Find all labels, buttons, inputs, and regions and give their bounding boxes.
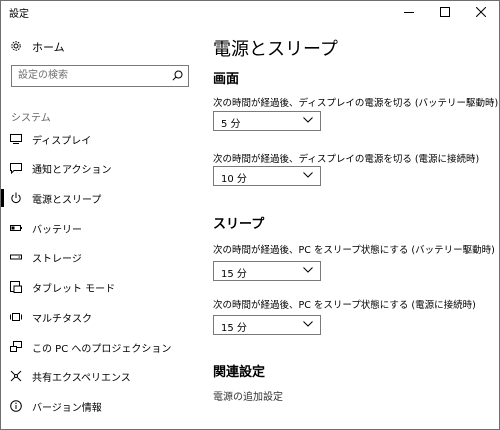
page-title: 電源とスリープ <box>213 39 338 60</box>
chevron-down-icon <box>303 172 313 178</box>
sidebar-item-display[interactable]: ディスプレイ <box>1 127 201 151</box>
close-icon <box>476 7 486 17</box>
chevron-down-icon <box>303 267 313 273</box>
additional-power-settings-link[interactable]: 電源の追加設定 <box>213 388 283 403</box>
selected-indicator <box>1 189 4 207</box>
battery-icon <box>10 222 22 234</box>
sidebar-item-battery[interactable]: バッテリー <box>1 216 201 240</box>
main-content: 電源とスリープ 画面 次の時間が経過後、ディスプレイの電源を切る (バッテリー駆… <box>201 23 499 429</box>
window-title: 設定 <box>9 9 29 20</box>
section-label-system: システム <box>11 113 51 124</box>
monitor-icon <box>10 133 22 145</box>
sidebar-item-shared-experience[interactable]: 共有エクスペリエンス <box>1 364 201 388</box>
sleep-battery-dropdown[interactable]: 15 分 <box>213 261 321 281</box>
screen-battery-label: 次の時間が経過後、ディスプレイの電源を切る (バッテリー駆動時) <box>213 98 499 109</box>
chevron-down-icon <box>303 117 313 123</box>
dropdown-value: 15 分 <box>221 269 247 280</box>
chevron-down-icon <box>303 321 313 327</box>
sidebar-item-label: ストレージ <box>32 254 82 265</box>
multitask-icon <box>10 311 22 323</box>
screen-plugged-label: 次の時間が経過後、ディスプレイの電源を切る (電源に接続時) <box>213 154 480 165</box>
dropdown-value: 10 分 <box>221 174 247 185</box>
projection-icon <box>10 341 22 353</box>
sidebar-item-label: ディスプレイ <box>32 136 92 147</box>
sidebar-home[interactable]: ホーム <box>1 35 201 57</box>
sidebar-item-label: タブレット モード <box>32 284 116 295</box>
maximize-button[interactable] <box>427 1 463 23</box>
screen-heading: 画面 <box>213 72 240 87</box>
dropdown-value: 15 分 <box>221 323 247 334</box>
sidebar-item-label: この PC へのプロジェクション <box>32 344 172 355</box>
notification-icon <box>10 162 22 174</box>
close-button[interactable] <box>463 1 499 23</box>
sidebar-item-storage[interactable]: ストレージ <box>1 245 201 269</box>
sleep-battery-label: 次の時間が経過後、PC をスリープ状態にする (バッテリー駆動時) <box>213 245 495 256</box>
minimize-button[interactable] <box>391 1 427 23</box>
sidebar-item-label: 共有エクスペリエンス <box>32 373 131 384</box>
power-icon <box>10 192 22 204</box>
sidebar-item-multitask[interactable]: マルチタスク <box>1 305 201 329</box>
sidebar-item-projection[interactable]: この PC へのプロジェクション <box>1 335 201 359</box>
maximize-icon <box>440 7 450 17</box>
title-bar: 設定 <box>1 1 499 23</box>
sidebar-item-tablet-mode[interactable]: タブレット モード <box>1 275 201 299</box>
sleep-plugged-label: 次の時間が経過後、PC をスリープ状態にする (電源に接続時) <box>213 300 476 311</box>
sidebar-item-power-sleep[interactable]: 電源とスリープ <box>1 186 201 210</box>
settings-window: 設定 ホーム 設定の検索 システム ディスプレイ 通知とアクション 電源とスリー… <box>0 0 500 430</box>
sleep-plugged-dropdown[interactable]: 15 分 <box>213 315 321 335</box>
sleep-heading: スリープ <box>213 217 265 232</box>
search-box[interactable] <box>11 65 189 87</box>
dropdown-value: 5 分 <box>221 119 241 130</box>
tablet-mode-icon <box>10 281 22 293</box>
sidebar-item-label: 電源とスリープ <box>32 195 102 206</box>
minimize-icon <box>404 12 414 13</box>
screen-plugged-dropdown[interactable]: 10 分 <box>213 166 321 186</box>
sidebar-item-label: 通知とアクション <box>32 165 112 176</box>
screen-battery-dropdown[interactable]: 5 分 <box>213 111 321 131</box>
sidebar: ホーム システム ディスプレイ 通知とアクション <box>1 23 201 429</box>
gear-icon <box>10 40 22 52</box>
home-label: ホーム <box>32 41 65 54</box>
shared-experience-icon <box>10 370 22 382</box>
sidebar-item-about[interactable]: バージョン情報 <box>1 394 201 418</box>
related-settings-heading: 関連設定 <box>213 365 266 380</box>
sidebar-item-label: バッテリー <box>32 225 82 236</box>
search-icon[interactable] <box>172 70 183 81</box>
search-input[interactable] <box>12 66 168 84</box>
info-icon <box>10 400 22 412</box>
sidebar-item-notifications[interactable]: 通知とアクション <box>1 156 201 180</box>
storage-icon <box>10 251 22 263</box>
sidebar-item-label: マルチタスク <box>32 314 92 325</box>
sidebar-item-label: バージョン情報 <box>32 403 102 414</box>
